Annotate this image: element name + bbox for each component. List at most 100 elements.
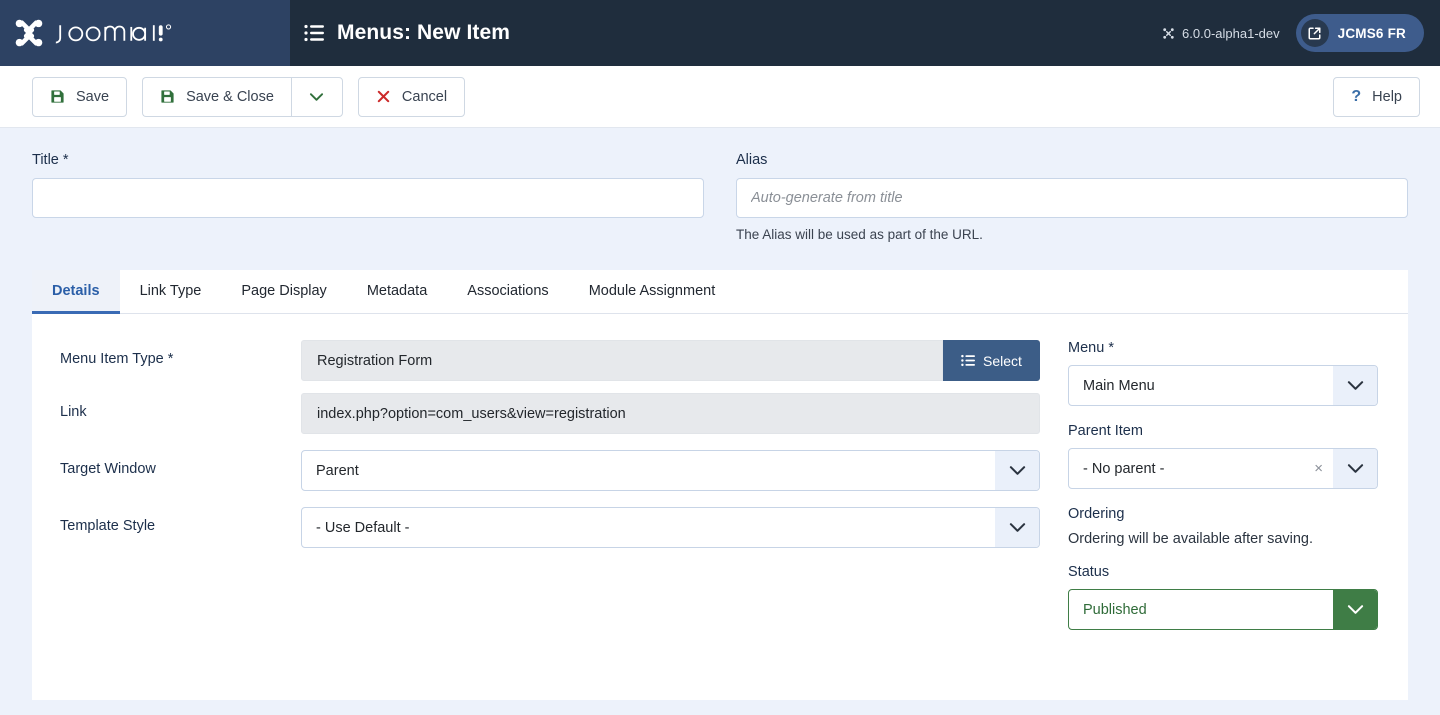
parent-item-field-group: Parent Item - No parent - × [1068,423,1378,489]
tab-associations[interactable]: Associations [447,270,568,314]
status-select[interactable]: Published [1068,589,1378,630]
target-window-row: Target Window Parent [60,450,1040,491]
tab-bar: Details Link Type Page Display Metadata … [32,270,1408,314]
help-button[interactable]: ? Help [1333,77,1420,117]
link-row: Link index.php?option=com_users&view=reg… [60,393,1040,434]
page-content: Title * Alias The Alias will be used as … [0,128,1440,700]
target-window-label: Target Window [60,450,301,477]
floppy-disk-icon [160,89,175,104]
parent-item-select[interactable]: - No parent - × [1068,448,1378,489]
menu-item-type-control: Registration Form [301,340,1040,381]
save-button-label: Save [76,89,109,105]
tab-page-display[interactable]: Page Display [221,270,346,314]
menu-label: Menu * [1068,340,1378,356]
visit-site-label: JCMS6 FR [1338,26,1406,41]
page-header-title-area: Menus: New Item [290,0,1162,66]
status-value: Published [1069,590,1333,629]
target-window-select[interactable]: Parent [301,450,1040,491]
details-side-column: Menu * Main Menu [1068,340,1408,647]
joomla-wordmark [46,20,185,46]
toolbar-right-group: ? Help [1333,77,1420,117]
chevron-down-icon [1333,590,1377,629]
status-label: Status [1068,564,1378,580]
floppy-disk-icon [50,89,65,104]
save-and-close-button[interactable]: Save & Close [142,77,291,117]
title-alias-row: Title * Alias The Alias will be used as … [32,128,1408,242]
parent-item-select-row: - No parent - × [1068,448,1378,489]
page-title: Menus: New Item [337,21,510,45]
menu-field-group: Menu * Main Menu [1068,340,1378,406]
menu-label-text: Menu [1068,340,1104,356]
title-field-group: Title * [32,152,736,242]
edit-item-card: Details Link Type Page Display Metadata … [32,270,1408,700]
required-marker: * [168,351,174,367]
save-and-close-label: Save & Close [186,89,274,105]
chevron-down-icon [309,92,324,102]
target-window-value: Parent [302,451,995,490]
list-icon [961,354,975,367]
save-close-button-group: Save & Close [142,77,343,117]
parent-item-label: Parent Item [1068,423,1378,439]
select-button-label: Select [983,353,1022,369]
joomla-logo-area[interactable] [0,0,290,66]
menu-select[interactable]: Main Menu [1068,365,1378,406]
chevron-down-icon [1333,449,1377,488]
version-badge: 6.0.0-alpha1-dev [1162,26,1280,41]
help-button-label: Help [1372,89,1402,105]
tab-link-type[interactable]: Link Type [120,270,222,314]
link-value: index.php?option=com_users&view=registra… [301,393,1040,434]
question-mark-icon: ? [1351,88,1361,106]
close-x-icon [376,89,391,104]
template-style-label: Template Style [60,507,301,534]
version-label: 6.0.0-alpha1-dev [1182,26,1280,41]
link-label: Link [60,393,301,420]
status-field-group: Status Published [1068,564,1378,630]
title-input[interactable] [32,178,704,218]
status-select-row: Published [1068,589,1378,630]
template-style-control: - Use Default - [301,507,1040,548]
tab-details[interactable]: Details [32,270,120,314]
joomla-brand-icon [12,16,46,50]
menu-select-row: Main Menu [1068,365,1378,406]
alias-help-text: The Alias will be used as part of the UR… [736,227,1408,242]
menu-item-type-label-text: Menu Item Type [60,351,164,367]
save-options-dropdown-button[interactable] [291,77,343,117]
chevron-down-icon [1333,366,1377,405]
menu-value: Main Menu [1069,366,1333,405]
editor-toolbar: Save Save & Close [0,66,1440,128]
required-marker: * [1108,340,1114,356]
cancel-button-label: Cancel [402,89,447,105]
menu-item-type-label: Menu Item Type * [60,340,301,367]
clear-parent-item-icon[interactable]: × [1314,449,1333,488]
alias-input[interactable] [736,178,1408,218]
menu-item-type-row: Menu Item Type * Registration Form [60,340,1040,381]
title-label-text: Title [32,152,59,168]
chevron-down-icon [995,451,1039,490]
required-marker: * [63,152,69,168]
template-style-value: - Use Default - [302,508,995,547]
top-header-bar: Menus: New Item 6.0.0-alpha1-dev [0,0,1440,66]
ordering-label: Ordering [1068,506,1378,522]
external-link-icon [1301,19,1329,47]
save-button[interactable]: Save [32,77,127,117]
list-icon [304,24,324,42]
cancel-button[interactable]: Cancel [358,77,465,117]
details-panel: Menu Item Type * Registration Form [32,314,1408,647]
tab-module-assignment[interactable]: Module Assignment [569,270,736,314]
template-style-select[interactable]: - Use Default - [301,507,1040,548]
tab-metadata[interactable]: Metadata [347,270,447,314]
joomla-icon [1162,27,1175,40]
parent-item-value: - No parent - [1069,449,1314,488]
visit-site-button[interactable]: JCMS6 FR [1296,14,1424,52]
template-style-row: Template Style - Use Default - [60,507,1040,548]
chevron-down-icon [995,508,1039,547]
details-main-column: Menu Item Type * Registration Form [32,340,1068,647]
alias-field-group: Alias The Alias will be used as part of … [736,152,1408,242]
header-right-actions: 6.0.0-alpha1-dev JCMS6 FR [1162,0,1440,66]
toolbar-left-group: Save Save & Close [32,77,465,117]
ordering-field-group: Ordering Ordering will be available afte… [1068,506,1378,547]
alias-label: Alias [736,152,1408,168]
select-menu-item-type-button[interactable]: Select [943,340,1040,381]
menu-item-type-value: Registration Form [301,340,943,381]
ordering-message: Ordering will be available after saving. [1068,531,1378,547]
